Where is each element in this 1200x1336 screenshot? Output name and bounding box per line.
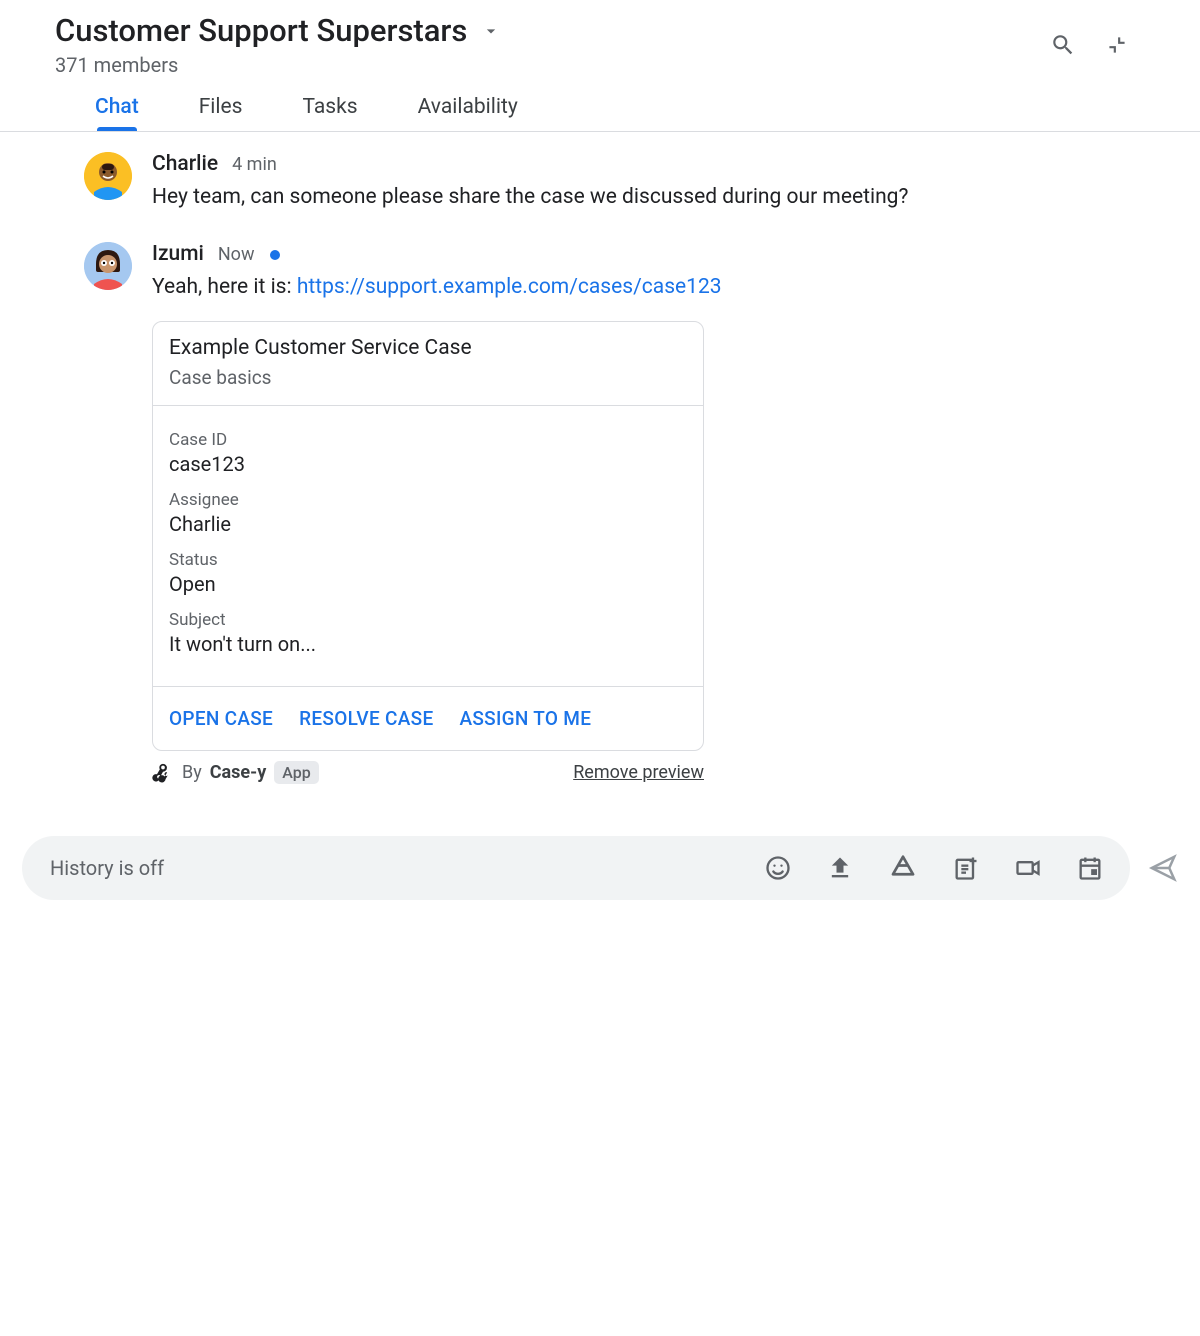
member-count: 371 members bbox=[55, 53, 1050, 77]
assign-to-me-button[interactable]: ASSIGN TO ME bbox=[459, 707, 591, 730]
upload-icon[interactable] bbox=[826, 854, 854, 882]
attribution-app-name: Case-y bbox=[210, 762, 267, 783]
open-case-button[interactable]: OPEN CASE bbox=[169, 707, 273, 730]
avatar bbox=[84, 152, 132, 200]
field-value: Charlie bbox=[169, 512, 687, 536]
tab-availability[interactable]: Availability bbox=[418, 87, 518, 131]
resolve-case-button[interactable]: RESOLVE CASE bbox=[299, 707, 433, 730]
message-time: Now bbox=[218, 244, 255, 265]
composer-area: History is off bbox=[0, 812, 1200, 910]
message-time: 4 min bbox=[232, 154, 277, 175]
field-value: Open bbox=[169, 572, 687, 596]
status-dot-icon bbox=[270, 250, 280, 260]
webhook-icon bbox=[152, 762, 174, 784]
video-icon[interactable] bbox=[1014, 854, 1042, 882]
emoji-icon[interactable] bbox=[764, 854, 792, 882]
card-attribution: By Case-y App bbox=[152, 761, 319, 784]
space-title: Customer Support Superstars bbox=[55, 12, 467, 49]
message-author: Izumi bbox=[152, 242, 204, 266]
space-header: Customer Support Superstars 371 members bbox=[0, 0, 1200, 77]
tabs: Chat Files Tasks Availability bbox=[0, 77, 1200, 132]
message-list: Charlie 4 min Hey team, can someone plea… bbox=[0, 132, 1200, 784]
chevron-down-icon[interactable] bbox=[481, 21, 501, 41]
app-badge: App bbox=[274, 761, 318, 784]
message-composer[interactable]: History is off bbox=[22, 836, 1130, 900]
create-doc-icon[interactable] bbox=[952, 854, 980, 882]
drive-icon[interactable] bbox=[888, 853, 918, 883]
message-link[interactable]: https://support.example.com/cases/case12… bbox=[297, 275, 722, 299]
field-label: Subject bbox=[169, 610, 687, 630]
tab-chat[interactable]: Chat bbox=[95, 87, 139, 131]
field-value: case123 bbox=[169, 452, 687, 476]
tab-tasks[interactable]: Tasks bbox=[303, 87, 358, 131]
send-icon[interactable] bbox=[1148, 853, 1178, 883]
field-value: It won't turn on... bbox=[169, 632, 687, 656]
message-text: Hey team, can someone please share the c… bbox=[152, 182, 1140, 214]
field-label: Assignee bbox=[169, 490, 687, 510]
calendar-icon[interactable] bbox=[1076, 854, 1104, 882]
collapse-icon[interactable] bbox=[1104, 32, 1130, 58]
card-title: Example Customer Service Case bbox=[169, 336, 687, 360]
remove-preview-link[interactable]: Remove preview bbox=[573, 762, 704, 783]
tab-files[interactable]: Files bbox=[199, 87, 243, 131]
attribution-by: By bbox=[182, 762, 202, 783]
message-author: Charlie bbox=[152, 152, 218, 176]
message: Izumi Now Yeah, here it is: https://supp… bbox=[84, 242, 1140, 785]
card-subtitle: Case basics bbox=[169, 366, 687, 389]
message-text: Yeah, here it is: https://support.exampl… bbox=[152, 272, 1140, 304]
message-text-prefix: Yeah, here it is: bbox=[152, 275, 297, 299]
message: Charlie 4 min Hey team, can someone plea… bbox=[84, 152, 1140, 214]
preview-card: Example Customer Service Case Case basic… bbox=[152, 321, 704, 751]
composer-placeholder: History is off bbox=[50, 856, 754, 880]
search-icon[interactable] bbox=[1050, 32, 1076, 58]
field-label: Case ID bbox=[169, 430, 687, 450]
avatar bbox=[84, 242, 132, 290]
field-label: Status bbox=[169, 550, 687, 570]
